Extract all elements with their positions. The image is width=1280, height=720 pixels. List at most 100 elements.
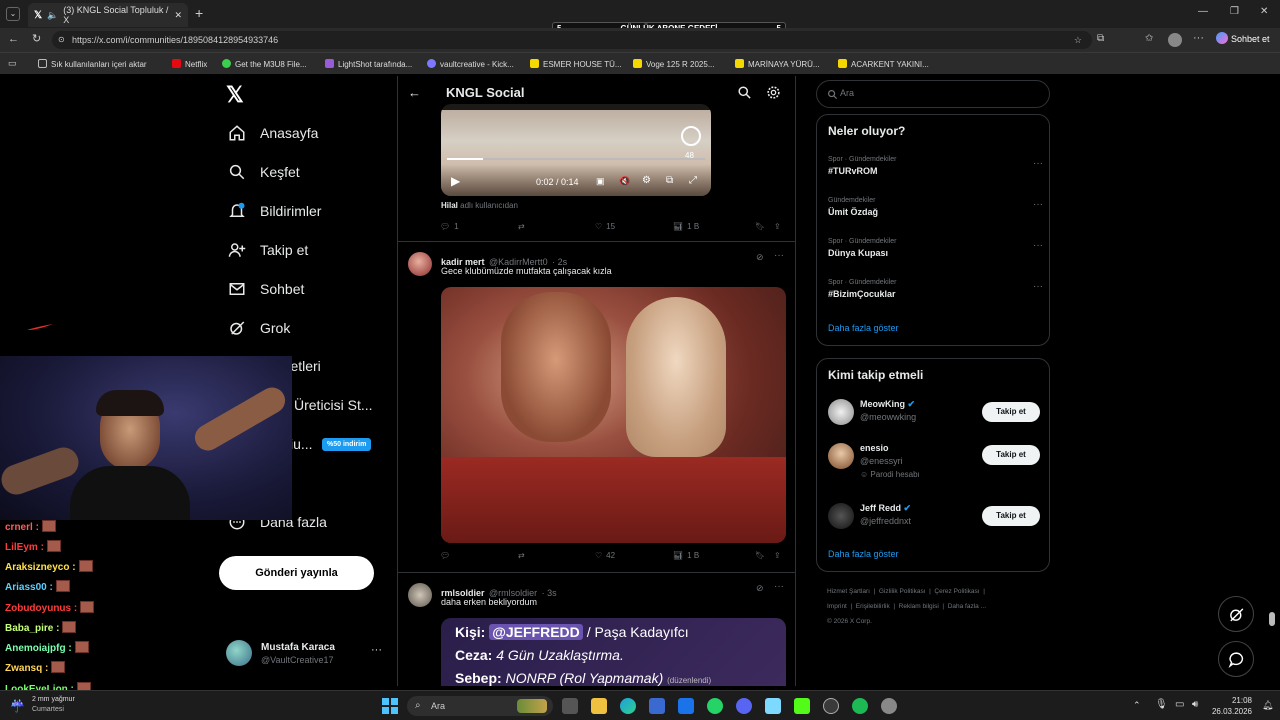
bookmark-marina[interactable]: MARİNAYA YÜRÜ...: [735, 59, 820, 69]
microphone-icon[interactable]: 🎙︎: [1155, 699, 1168, 710]
weather-widget[interactable]: ☔ 2 mm yağmur Cumartesi: [8, 696, 98, 718]
mute-icon[interactable]: 🔇: [619, 176, 630, 187]
follow-suggestion[interactable]: Jeff Redd ✔ @jeffreddnxt Takip et: [828, 501, 1040, 541]
tweet-image[interactable]: [441, 287, 786, 543]
browser-tab[interactable]: 𝕏 🔈 (3) KNGL Social Topluluk / X ✕: [28, 3, 188, 27]
trend-item[interactable]: Gündemdekiler Ümit Özdağ ···: [828, 197, 1043, 217]
reply-button[interactable]: 💬︎ 1: [440, 222, 459, 231]
mail-app-icon[interactable]: [678, 698, 694, 714]
windows-start-icon[interactable]: [382, 698, 398, 714]
bookmark-button[interactable]: 🔖︎: [755, 222, 765, 231]
nav-creator-studio[interactable]: Üreticisi St...: [294, 397, 373, 413]
reload-icon[interactable]: ↻: [32, 32, 41, 45]
obs-icon[interactable]: [823, 698, 839, 714]
nav-notifications[interactable]: Bildirimler: [228, 202, 321, 220]
account-switcher[interactable]: Mustafa Karaca @VaultCreative17 ···: [226, 638, 386, 668]
volume-icon[interactable]: 🔊︎: [1192, 699, 1198, 710]
tweet-menu-icon[interactable]: ···: [774, 581, 784, 592]
bookmark-voge[interactable]: Voge 125 R 2025...: [633, 59, 715, 69]
avatar[interactable]: [408, 252, 432, 276]
captions-icon[interactable]: ▣: [596, 176, 605, 187]
views-button[interactable]: 📊︎ 1 B: [673, 222, 699, 231]
follow-button[interactable]: Takip et: [982, 402, 1040, 422]
minimize-icon[interactable]: —: [1198, 6, 1208, 17]
messages-float-button[interactable]: [1218, 641, 1254, 677]
kick-app-icon[interactable]: [794, 698, 810, 714]
whatsapp-icon[interactable]: [707, 698, 723, 714]
window-close-icon[interactable]: ✕: [1260, 6, 1268, 17]
url-field[interactable]: ⊙ https://x.com/i/communities/1895084128…: [52, 31, 1092, 49]
bookmark-esmer[interactable]: ESMER HOUSE TÜ...: [530, 59, 622, 69]
nav-premium[interactable]: iu...: [290, 436, 313, 452]
search-input[interactable]: Ara: [816, 80, 1050, 108]
discord-icon[interactable]: [736, 698, 752, 714]
like-button[interactable]: ♡ 42: [595, 551, 615, 560]
like-button[interactable]: ♡ 15: [595, 222, 615, 231]
back-icon[interactable]: ←: [8, 33, 19, 45]
reply-button[interactable]: 💬︎: [440, 551, 450, 560]
footer-link[interactable]: Hizmet Şartları: [827, 588, 870, 595]
tweet-menu-icon[interactable]: ···: [774, 250, 784, 261]
trend-item[interactable]: Spor · Gündemdekiler Dünya Kupası ···: [828, 238, 1043, 258]
views-button[interactable]: 📊︎ 1 B: [673, 551, 699, 560]
browser-menu-icon[interactable]: ···: [1193, 32, 1204, 44]
post-button[interactable]: Gönderi yayınla: [219, 556, 374, 590]
search-icon[interactable]: [737, 85, 752, 100]
video-progress-bar[interactable]: [447, 158, 705, 160]
tab-actions-icon[interactable]: ⌄: [6, 7, 20, 21]
footer-link[interactable]: Imprint: [827, 603, 847, 610]
footer-link[interactable]: Erişilebilirlik: [856, 603, 890, 610]
follow-suggestion[interactable]: enesio @enessyri ☺ Parodi hesabı Takip e…: [828, 441, 1040, 487]
back-arrow-icon[interactable]: ←: [408, 85, 421, 100]
bookmark-lightshot[interactable]: LightShot tarafında...: [325, 59, 412, 69]
avatar[interactable]: [408, 583, 432, 607]
nav-explore[interactable]: Keşfet: [228, 163, 300, 181]
file-explorer-icon[interactable]: [591, 698, 607, 714]
repost-button[interactable]: ⇄: [518, 551, 525, 560]
trend-item[interactable]: Spor · Gündemdekiler #TURvROM ···: [828, 156, 1043, 176]
trends-show-more-link[interactable]: Daha fazla göster: [828, 323, 899, 333]
share-button[interactable]: ⇪: [774, 222, 781, 231]
task-view-icon[interactable]: [562, 698, 578, 714]
grok-explain-icon[interactable]: ⊘: [756, 583, 764, 594]
pip-icon[interactable]: ⧉: [666, 175, 673, 186]
play-icon[interactable]: ▶: [451, 174, 460, 188]
footer-link[interactable]: Reklam bilgisi: [899, 603, 939, 610]
bookmark-button[interactable]: 🔖︎: [755, 551, 765, 560]
favorite-star-icon[interactable]: ☆: [1074, 31, 1082, 49]
footer-link[interactable]: Gizlilik Politikası: [879, 588, 926, 595]
grok-float-button[interactable]: [1218, 596, 1254, 632]
repost-button[interactable]: ⇄: [518, 222, 525, 231]
copilot-button[interactable]: Sohbet et: [1216, 32, 1270, 44]
footer-link[interactable]: Çerez Politikası: [934, 588, 979, 595]
bookmark-import[interactable]: Sık kullanılanları içeri aktar: [38, 59, 147, 69]
network-icon[interactable]: ▭: [1175, 699, 1184, 710]
punishment-card-image[interactable]: Kişi: @JEFFREDD / Paşa Kadayıfcı Ceza: 4…: [441, 618, 786, 686]
favorites-icon[interactable]: ✩: [1145, 33, 1153, 44]
nav-home[interactable]: Anasayfa: [228, 124, 318, 142]
spotify-icon[interactable]: [852, 698, 868, 714]
account-menu-icon[interactable]: ···: [371, 644, 382, 656]
notification-bell-icon[interactable]: 🔔︎: [1262, 700, 1273, 711]
tweet-2[interactable]: kadir mert @KadirrMertt0 · 2s ⊘ ··· Gece…: [398, 242, 795, 573]
nav-grok[interactable]: Grok: [228, 319, 290, 337]
share-button[interactable]: ⇪: [774, 551, 781, 560]
new-tab-icon[interactable]: +: [195, 5, 203, 21]
follow-button[interactable]: Takip et: [982, 445, 1040, 465]
sidebar-toggle-icon[interactable]: ▭: [8, 58, 17, 69]
trend-item[interactable]: Spor · Gündemdekiler #BizimÇocuklar ···: [828, 279, 1043, 299]
bookmark-acarkent[interactable]: ACARKENT YAKINI...: [838, 59, 929, 69]
settings-app-icon[interactable]: [881, 698, 897, 714]
tray-chevron-icon[interactable]: ⌃: [1133, 700, 1141, 711]
maximize-icon[interactable]: ❐: [1230, 6, 1239, 17]
bookmark-netflix[interactable]: Netflix: [172, 59, 207, 69]
footer-link[interactable]: Daha fazla ...: [948, 603, 986, 610]
page-scrollbar-thumb[interactable]: [1269, 612, 1275, 626]
bookmark-kick[interactable]: vaultcreative - Kick...: [427, 59, 514, 69]
app-icon[interactable]: [765, 698, 781, 714]
trend-menu-icon[interactable]: ···: [1033, 281, 1043, 292]
store-icon[interactable]: [649, 698, 665, 714]
follow-button[interactable]: Takip et: [982, 506, 1040, 526]
tab-close-icon[interactable]: ✕: [174, 10, 182, 21]
trend-menu-icon[interactable]: ···: [1033, 199, 1043, 210]
